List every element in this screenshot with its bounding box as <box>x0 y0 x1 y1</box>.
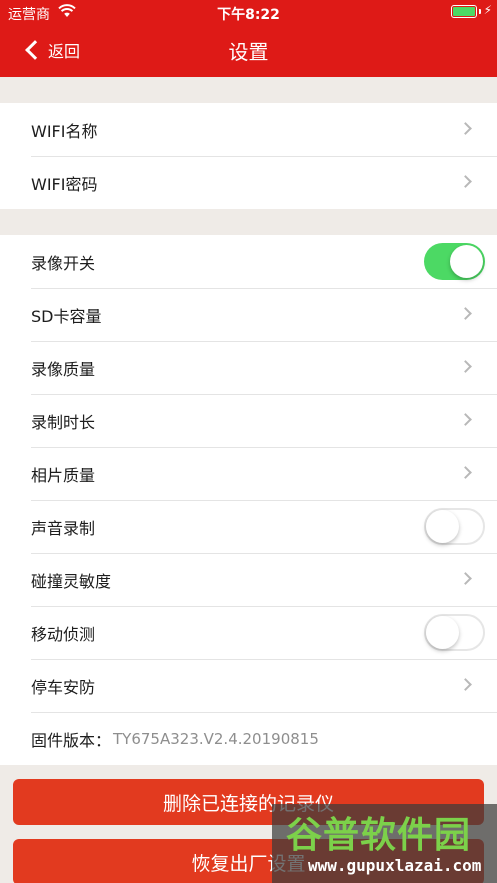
recording-toggle[interactable] <box>424 243 485 280</box>
battery-tip <box>479 9 481 14</box>
row-recording-switch: 录像开关 <box>0 235 497 288</box>
row-firmware-version: 固件版本： TY675A323.V2.4.20190815 <box>0 712 497 765</box>
row-recording-quality[interactable]: 录像质量 <box>0 341 497 394</box>
chevron-right-icon <box>459 360 472 373</box>
watermark-url: www.gupuxlazai.com <box>308 856 482 875</box>
row-label: WIFI密码 <box>31 174 98 194</box>
row-wifi-name[interactable]: WIFI名称 <box>0 103 497 156</box>
clock: 下午8:22 <box>217 7 280 23</box>
row-label: WIFI名称 <box>31 121 98 141</box>
row-recording-duration[interactable]: 录制时长 <box>0 394 497 447</box>
motion-toggle[interactable] <box>424 614 485 651</box>
row-label: 声音录制 <box>31 518 96 538</box>
row-label: 录像质量 <box>31 359 96 379</box>
chevron-right-icon <box>459 466 472 479</box>
row-label: 移动侦测 <box>31 624 96 644</box>
row-collision-sensitivity[interactable]: 碰撞灵敏度 <box>0 553 497 606</box>
chevron-right-icon <box>459 678 472 691</box>
firmware-label: 固件版本： <box>31 730 112 750</box>
toggle-knob <box>450 245 483 278</box>
chevron-right-icon <box>459 175 472 188</box>
row-label: 碰撞灵敏度 <box>31 571 112 591</box>
row-audio-recording: 声音录制 <box>0 500 497 553</box>
recording-settings-group: 录像开关 SD卡容量 录像质量 录制时长 相片质量 声音录制 碰撞灵敏度 移动侦… <box>0 235 497 765</box>
toggle-knob <box>426 616 459 649</box>
wifi-settings-group: WIFI名称 WIFI密码 <box>0 103 497 209</box>
status-bar: 运营商 下午8:22 ⚡︎ <box>0 0 497 24</box>
battery-icon <box>451 5 477 18</box>
row-label: 停车安防 <box>31 677 96 697</box>
chevron-right-icon <box>459 572 472 585</box>
firmware-value: TY675A323.V2.4.20190815 <box>113 729 319 748</box>
row-sd-capacity[interactable]: SD卡容量 <box>0 288 497 341</box>
row-label: SD卡容量 <box>31 306 102 326</box>
row-photo-quality[interactable]: 相片质量 <box>0 447 497 500</box>
header-bar: 运营商 下午8:22 ⚡︎ 返回 设置 <box>0 0 497 77</box>
toggle-knob <box>426 510 459 543</box>
watermark-title: 谷普软件园 <box>286 815 472 856</box>
navigation-bar: 返回 设置 <box>0 24 497 77</box>
audio-toggle[interactable] <box>424 508 485 545</box>
charging-icon: ⚡︎ <box>483 3 492 17</box>
chevron-right-icon <box>459 122 472 135</box>
chevron-right-icon <box>459 307 472 320</box>
row-wifi-password[interactable]: WIFI密码 <box>0 156 497 209</box>
row-label: 录制时长 <box>31 412 96 432</box>
chevron-right-icon <box>459 413 472 426</box>
row-label: 录像开关 <box>31 253 96 273</box>
page-title: 设置 <box>228 40 269 64</box>
row-motion-detection: 移动侦测 <box>0 606 497 659</box>
row-parking-security[interactable]: 停车安防 <box>0 659 497 712</box>
row-label: 相片质量 <box>31 465 96 485</box>
watermark: 谷普软件园 www.gupuxlazai.com <box>272 804 497 883</box>
